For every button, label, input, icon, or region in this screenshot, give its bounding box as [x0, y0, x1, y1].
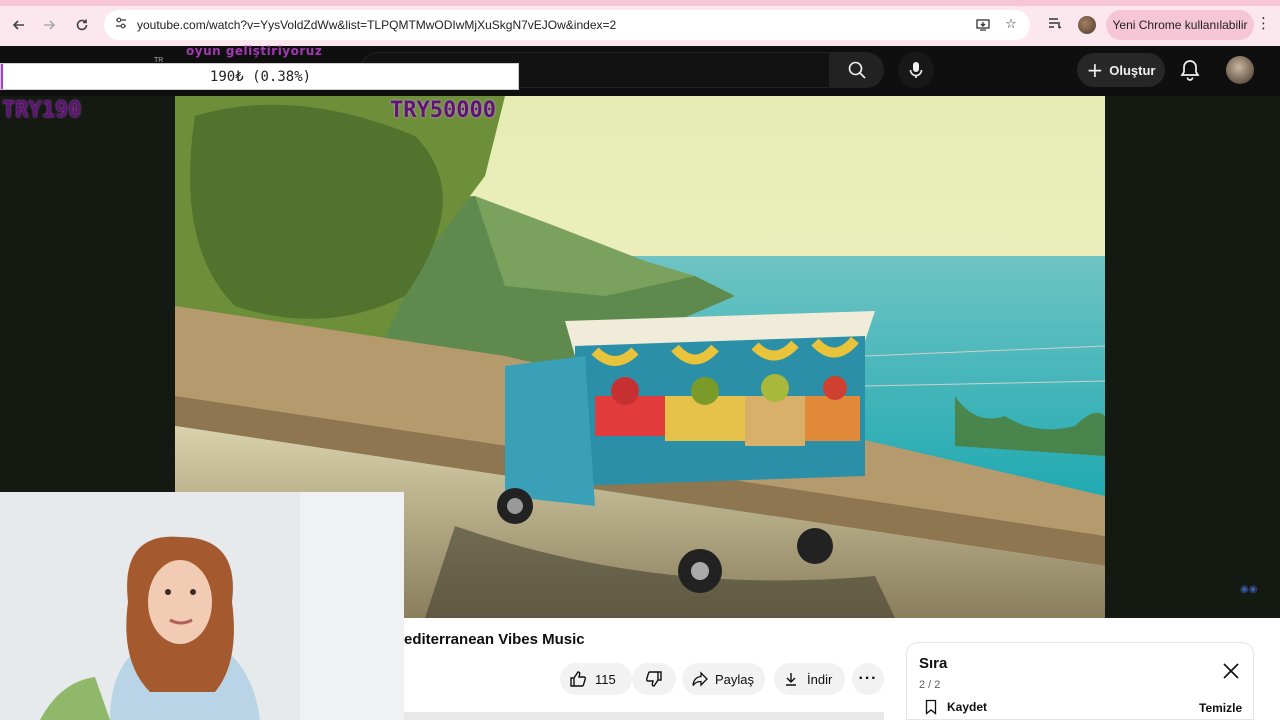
- progress-track: [404, 712, 884, 720]
- search-button[interactable]: [830, 52, 884, 88]
- tab-strip: [0, 0, 1280, 6]
- webcam-overlay: [0, 492, 404, 720]
- dislike-button[interactable]: [632, 663, 676, 695]
- goal-amount: TRY50000: [390, 98, 496, 123]
- download-icon: [786, 673, 796, 686]
- reading-list-icon[interactable]: [1046, 15, 1064, 33]
- like-button[interactable]: 115: [560, 663, 632, 695]
- thumbs-down-icon: [645, 671, 662, 687]
- more-actions-button[interactable]: ···: [852, 663, 884, 695]
- url-text[interactable]: youtube.com/watch?v=YysVoldZdWw&list=TLP…: [137, 18, 616, 32]
- like-count: 115: [595, 671, 616, 687]
- goal-title: oyun geliştiriyoruz: [186, 44, 323, 58]
- thumbs-up-icon: [570, 671, 587, 687]
- account-avatar[interactable]: [1226, 56, 1254, 84]
- back-icon[interactable]: [8, 14, 30, 36]
- current-amount: TRY190: [2, 98, 82, 123]
- plus-icon: +: [1086, 58, 1104, 82]
- voice-search-button[interactable]: [898, 52, 934, 88]
- donation-progress-bar: 190₺ (0.38%): [0, 63, 519, 90]
- create-button[interactable]: + Oluştur: [1077, 53, 1165, 87]
- corner-watermark-icon: ◉◉: [1240, 584, 1258, 595]
- chrome-menu-icon[interactable]: ⋮: [1256, 14, 1271, 32]
- queue-count: 2 / 2: [919, 679, 941, 691]
- save-label: Kaydet: [947, 700, 988, 714]
- clear-queue-button[interactable]: Temizle: [1199, 701, 1242, 715]
- bookmark-icon: [925, 699, 937, 715]
- share-label: Paylaş: [715, 671, 755, 687]
- download-button[interactable]: İndir: [774, 663, 845, 695]
- chrome-update-button[interactable]: Yeni Chrome kullanılabilir: [1106, 10, 1254, 40]
- donation-progress-label: 190₺ (0.38%): [209, 69, 312, 85]
- playlist-queue-panel: Sıra 2 / 2 Kaydet Temizle: [906, 642, 1254, 720]
- forward-icon[interactable]: [38, 14, 60, 36]
- site-settings-icon[interactable]: [114, 16, 130, 32]
- share-button[interactable]: Paylaş: [682, 663, 765, 695]
- video-title: editerranean Vibes Music: [404, 631, 585, 648]
- microphone-icon: [909, 62, 923, 78]
- chrome-profile-icon[interactable]: [1078, 16, 1096, 34]
- address-bar[interactable]: youtube.com/watch?v=YysVoldZdWw&list=TLP…: [104, 10, 1030, 40]
- bookmark-star-icon[interactable]: ☆: [1003, 17, 1019, 33]
- reload-icon[interactable]: [71, 14, 93, 36]
- webcam-person-image: [0, 492, 404, 720]
- close-icon[interactable]: [1221, 661, 1241, 681]
- share-icon: [692, 671, 708, 687]
- search-icon: [848, 61, 866, 79]
- create-label: Oluştur: [1109, 62, 1156, 78]
- save-queue-button[interactable]: Kaydet: [925, 699, 987, 715]
- queue-title: Sıra: [919, 655, 948, 672]
- more-horizontal-icon: ···: [858, 670, 878, 687]
- download-label: İndir: [807, 671, 833, 687]
- notifications-bell-icon[interactable]: [1179, 58, 1201, 82]
- install-app-icon[interactable]: [975, 17, 991, 33]
